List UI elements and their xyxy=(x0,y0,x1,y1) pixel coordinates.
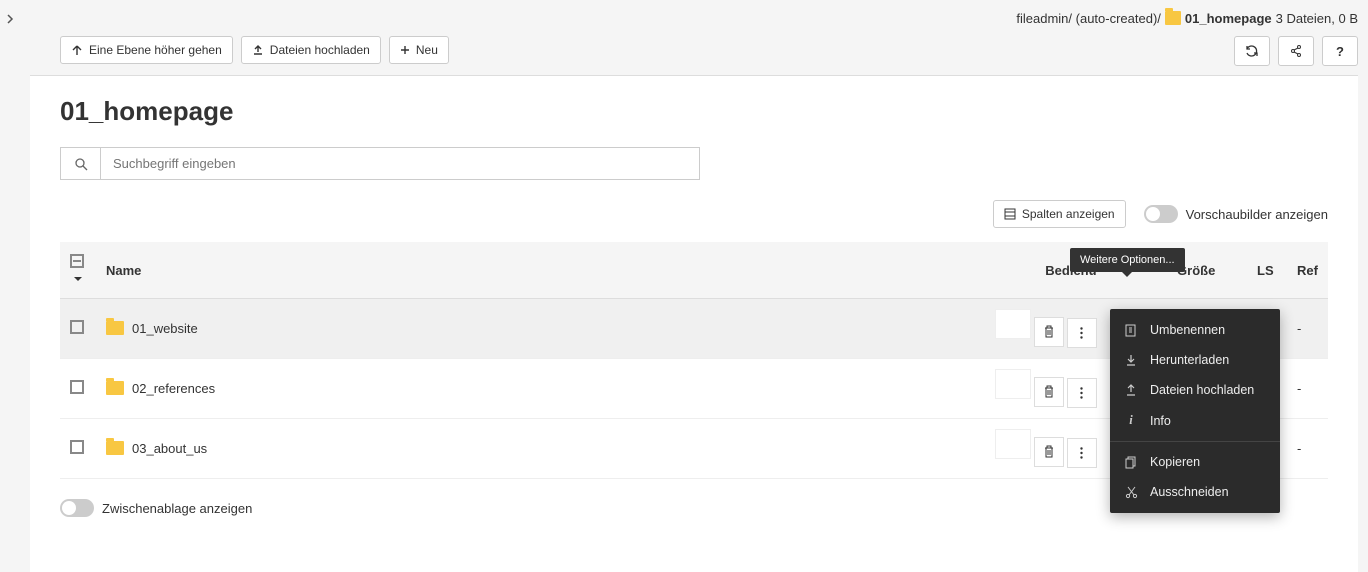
clipboard-label: Zwischenablage anzeigen xyxy=(102,501,252,516)
delete-button[interactable] xyxy=(1034,377,1064,407)
menu-rename[interactable]: Umbenennen xyxy=(1110,315,1280,345)
folder-icon xyxy=(106,381,124,395)
menu-cut[interactable]: Ausschneiden xyxy=(1110,477,1280,507)
folder-icon xyxy=(106,441,124,455)
rename-icon xyxy=(1124,324,1138,337)
row-action-placeholder xyxy=(995,429,1031,459)
cut-icon xyxy=(1124,486,1138,499)
row-checkbox[interactable] xyxy=(70,380,84,394)
breadcrumb-current: 01_homepage xyxy=(1185,11,1272,26)
search-input[interactable] xyxy=(100,147,700,180)
select-dropdown-icon[interactable] xyxy=(74,277,82,285)
row-ref: - xyxy=(1287,419,1328,479)
delete-button[interactable] xyxy=(1034,437,1064,467)
upload-button[interactable]: Dateien hochladen xyxy=(241,36,381,64)
more-options-button[interactable] xyxy=(1067,318,1097,348)
col-name[interactable]: Name xyxy=(96,242,957,299)
context-menu: Umbenennen Herunterladen Dateien hochlad… xyxy=(1110,309,1280,513)
row-name[interactable]: 01_website xyxy=(132,321,198,336)
menu-upload[interactable]: Dateien hochladen xyxy=(1110,375,1280,405)
info-icon: i xyxy=(1124,413,1138,428)
sidebar-toggle[interactable] xyxy=(5,12,15,27)
upload-icon xyxy=(1124,384,1138,396)
row-checkbox[interactable] xyxy=(70,320,84,334)
more-options-button[interactable] xyxy=(1067,378,1097,408)
new-button[interactable]: Neu xyxy=(389,36,449,64)
row-action-placeholder xyxy=(995,369,1031,399)
share-icon-button[interactable] xyxy=(1278,36,1314,66)
row-ref: - xyxy=(1287,359,1328,419)
menu-copy[interactable]: Kopieren xyxy=(1110,447,1280,477)
row-action-placeholder xyxy=(995,309,1031,339)
row-checkbox[interactable] xyxy=(70,440,84,454)
up-level-button[interactable]: Eine Ebene höher gehen xyxy=(60,36,233,64)
col-ref[interactable]: Ref xyxy=(1287,242,1328,299)
row-name[interactable]: 03_about_us xyxy=(132,441,207,456)
clipboard-toggle[interactable] xyxy=(60,499,94,517)
thumbnails-toggle[interactable] xyxy=(1144,205,1178,223)
breadcrumb-root: fileadmin/ (auto-created)/ xyxy=(1016,11,1161,26)
tooltip-more-options: Weitere Optionen... xyxy=(1070,248,1185,272)
thumbnails-label: Vorschaubilder anzeigen xyxy=(1186,207,1328,222)
menu-download[interactable]: Herunterladen xyxy=(1110,345,1280,375)
breadcrumb: fileadmin/ (auto-created)/ 01_homepage 3… xyxy=(1016,10,1358,26)
menu-separator xyxy=(1110,441,1280,442)
more-options-button[interactable] xyxy=(1067,438,1097,468)
breadcrumb-stats: 3 Dateien, 0 B xyxy=(1276,11,1358,26)
select-all-checkbox[interactable] xyxy=(70,254,84,268)
page-title: 01_homepage xyxy=(60,96,1328,127)
row-ref: - xyxy=(1287,299,1328,359)
copy-icon xyxy=(1124,456,1138,469)
search-icon xyxy=(60,147,100,180)
columns-button[interactable]: Spalten anzeigen xyxy=(993,200,1126,228)
delete-button[interactable] xyxy=(1034,317,1064,347)
folder-icon xyxy=(106,321,124,335)
col-ls[interactable]: LS xyxy=(1247,242,1287,299)
row-name[interactable]: 02_references xyxy=(132,381,215,396)
download-icon xyxy=(1124,354,1138,366)
help-icon-button[interactable]: ? xyxy=(1322,36,1358,66)
reload-icon-button[interactable] xyxy=(1234,36,1270,66)
menu-info[interactable]: i Info xyxy=(1110,405,1280,436)
folder-icon xyxy=(1165,10,1181,26)
